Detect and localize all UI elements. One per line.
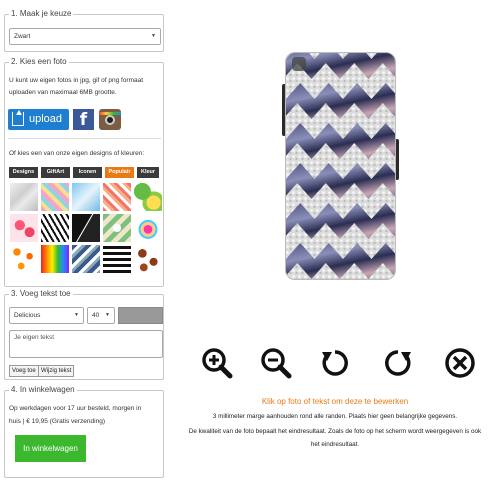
chevron-down-icon: ▼ bbox=[105, 312, 110, 318]
step1-legend: 1. Maak je keuze bbox=[9, 9, 74, 18]
size-select[interactable]: 40 ▼ bbox=[87, 307, 115, 324]
step3-panel: 3. Voeg tekst toe Delicious ▼ 40 ▼ Je ei… bbox=[4, 289, 164, 380]
upload-icon bbox=[12, 110, 24, 126]
divider bbox=[8, 138, 161, 139]
margin-hint: 3 millimeter marge aanhouden rond alle r… bbox=[212, 413, 458, 420]
chevron-down-icon: ▼ bbox=[151, 33, 156, 39]
design-thumbnail[interactable] bbox=[103, 183, 131, 211]
rotate-left-button[interactable] bbox=[318, 346, 352, 380]
tab-giftart[interactable]: GiftArt bbox=[41, 167, 70, 178]
design-thumbnail[interactable] bbox=[41, 183, 69, 211]
add-to-cart-button[interactable]: In winkelwagen bbox=[15, 435, 86, 462]
design-thumbnail[interactable] bbox=[10, 214, 38, 242]
step1-panel: 1. Maak je keuze Zwart ▼ bbox=[4, 9, 164, 52]
design-thumbnail[interactable] bbox=[103, 214, 131, 242]
design-thumbnail[interactable] bbox=[41, 214, 69, 242]
design-thumbnail[interactable] bbox=[10, 245, 38, 273]
design-thumbnail[interactable] bbox=[72, 183, 100, 211]
rotate-left-icon bbox=[322, 350, 348, 376]
tab-iconen[interactable]: Iconen bbox=[73, 167, 102, 178]
tab-designs[interactable]: Designs bbox=[9, 167, 38, 178]
upload-intro-line2: uploaden van maximaal 6MB grootte. bbox=[9, 89, 117, 96]
upload-button-label: upload bbox=[29, 113, 63, 125]
design-thumbnail[interactable] bbox=[134, 183, 162, 211]
quality-hint-line2: het eindresultaat. bbox=[310, 441, 360, 448]
delivery-info-line1: Op werkdagen voor 17 uur besteld, morgen… bbox=[9, 405, 142, 412]
upload-button[interactable]: upload bbox=[8, 109, 69, 130]
design-tabs: Designs GiftArt Iconen Populair Kleur bbox=[9, 167, 159, 178]
chevron-down-icon: ▼ bbox=[74, 312, 79, 318]
step3-legend: 3. Voeg tekst toe bbox=[9, 289, 73, 298]
zoom-out-button[interactable] bbox=[259, 346, 293, 380]
color-select[interactable]: Zwart ▼ bbox=[9, 28, 161, 45]
chevron-pattern-image bbox=[286, 53, 395, 279]
color-select-value: Zwart bbox=[14, 33, 31, 40]
rotate-right-button[interactable] bbox=[381, 346, 415, 380]
design-thumbnail[interactable] bbox=[103, 245, 131, 273]
zoom-in-icon bbox=[202, 348, 233, 379]
zoom-out-icon bbox=[261, 348, 292, 379]
instagram-button[interactable] bbox=[99, 109, 121, 130]
step4-legend: 4. In winkelwagen bbox=[9, 385, 77, 394]
rotate-right-icon bbox=[385, 350, 411, 376]
close-icon bbox=[445, 348, 475, 378]
size-select-value: 40 bbox=[92, 312, 100, 319]
upload-intro-line1: U kunt uw eigen fotos in jpg, gif of png… bbox=[9, 77, 144, 84]
step4-panel: 4. In winkelwagen Op werkdagen voor 17 u… bbox=[4, 385, 164, 478]
step2-legend: 2. Kies een foto bbox=[9, 57, 69, 66]
zoom-in-button[interactable] bbox=[200, 346, 234, 380]
step2-panel: 2. Kies een foto U kunt uw eigen fotos i… bbox=[4, 57, 164, 287]
design-thumbnail[interactable] bbox=[72, 245, 100, 273]
edit-hint: Klik op foto of tekst om deze te bewerke… bbox=[261, 397, 409, 406]
facebook-button[interactable]: f bbox=[73, 109, 94, 130]
edit-text-button[interactable]: Wijzig tekst bbox=[38, 365, 75, 377]
custom-text-input[interactable]: Je eigen tekst bbox=[9, 330, 163, 358]
add-text-button[interactable]: Voeg toe bbox=[9, 365, 39, 377]
design-grid bbox=[10, 183, 162, 273]
designs-prompt: Of kies een van onze eigen designs of kl… bbox=[9, 150, 145, 157]
design-thumbnail[interactable] bbox=[10, 183, 38, 211]
text-color-picker[interactable] bbox=[118, 307, 163, 324]
tab-populair[interactable]: Populair bbox=[105, 167, 134, 178]
tab-kleur[interactable]: Kleur bbox=[137, 167, 159, 178]
font-select-value: Delicious bbox=[14, 312, 41, 319]
font-select[interactable]: Delicious ▼ bbox=[9, 307, 84, 324]
delivery-info-line2: huis | € 19,95 (Gratis verzending) bbox=[9, 418, 105, 425]
design-thumbnail[interactable] bbox=[41, 245, 69, 273]
design-thumbnail[interactable] bbox=[134, 245, 162, 273]
design-thumbnail[interactable] bbox=[134, 214, 162, 242]
design-thumbnail[interactable] bbox=[72, 214, 100, 242]
quality-hint-line1: De kwaliteit van de foto bepaalt het ein… bbox=[188, 428, 482, 435]
facebook-icon: f bbox=[79, 110, 88, 130]
delete-button[interactable] bbox=[443, 346, 477, 380]
phone-case-preview[interactable] bbox=[285, 52, 396, 280]
